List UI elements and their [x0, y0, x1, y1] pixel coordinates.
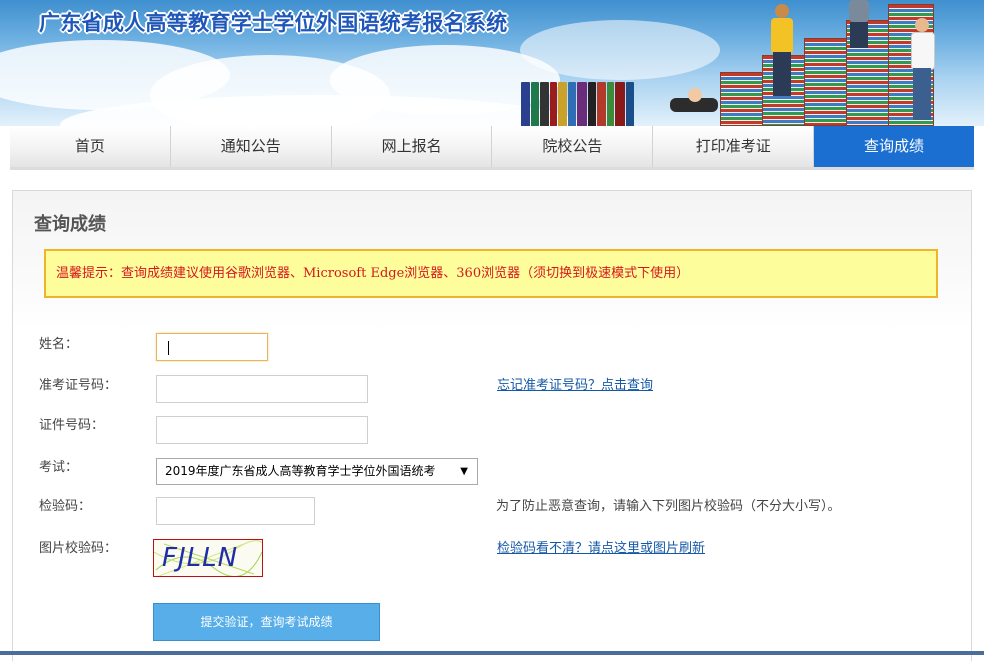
- header-banner: 广东省成人高等教育学士学位外国语统考报名系统: [0, 0, 984, 126]
- dropdown-arrow-icon: ▼: [460, 466, 468, 477]
- id-number-label: 证件号码：: [39, 418, 105, 433]
- text-caret: [168, 341, 169, 355]
- student-figure: [846, 0, 872, 50]
- nav-item-query-scores[interactable]: 查询成绩: [814, 126, 974, 167]
- ticket-number-label: 准考证号码：: [39, 378, 118, 393]
- verification-code-label: 检验码：: [39, 499, 92, 514]
- verification-hint: 为了防止恶意查询，请输入下列图片校验码（不分大小写）。: [496, 499, 841, 514]
- exam-selected-value: 2019年度广东省成人高等教育学士学位外国语统考: [165, 464, 436, 478]
- stairs-illustration: [660, 0, 984, 126]
- refresh-captcha-link[interactable]: 检验码看不清？请点这里或图片刷新: [497, 537, 705, 556]
- site-title: 广东省成人高等教育学士学位外国语统考报名系统: [39, 11, 508, 35]
- student-figure: [670, 86, 720, 116]
- nav-item-online-registration[interactable]: 网上报名: [331, 126, 493, 167]
- nav-item-school-announcements[interactable]: 院校公告: [492, 126, 654, 167]
- verification-code-input[interactable]: [156, 497, 315, 525]
- exam-select[interactable]: 2019年度广东省成人高等教育学士学位外国语统考 ▼: [156, 458, 478, 485]
- ticket-number-input[interactable]: [156, 375, 368, 403]
- page-title: 查询成绩: [34, 214, 106, 235]
- nav-item-home[interactable]: 首页: [10, 126, 171, 167]
- submit-query-button[interactable]: 提交验证，查询考试成绩: [153, 603, 380, 641]
- captcha-label: 图片校验码：: [39, 541, 118, 556]
- books-illustration: [521, 80, 635, 126]
- bottom-edge: [0, 651, 984, 655]
- browser-notice: 温馨提示：查询成绩建议使用谷歌浏览器、Microsoft Edge浏览器、360…: [44, 249, 938, 298]
- id-number-input[interactable]: [156, 416, 368, 444]
- name-label: 姓名：: [39, 337, 79, 352]
- nav-item-notices[interactable]: 通知公告: [170, 126, 332, 167]
- main-nav: 首页 通知公告 网上报名 院校公告 打印准考证 查询成绩: [10, 126, 974, 170]
- name-input[interactable]: [156, 333, 268, 361]
- student-figure: [768, 4, 796, 99]
- nav-item-print-admission-ticket[interactable]: 打印准考证: [653, 126, 815, 167]
- captcha-image[interactable]: FJLLN: [153, 539, 263, 577]
- student-figure: [908, 18, 936, 122]
- query-panel: 查询成绩 温馨提示：查询成绩建议使用谷歌浏览器、Microsoft Edge浏览…: [12, 190, 972, 661]
- captcha-text: FJLLN: [162, 543, 239, 573]
- forgot-ticket-link[interactable]: 忘记准考证号码？点击查询: [497, 374, 653, 393]
- exam-label: 考试：: [39, 460, 79, 475]
